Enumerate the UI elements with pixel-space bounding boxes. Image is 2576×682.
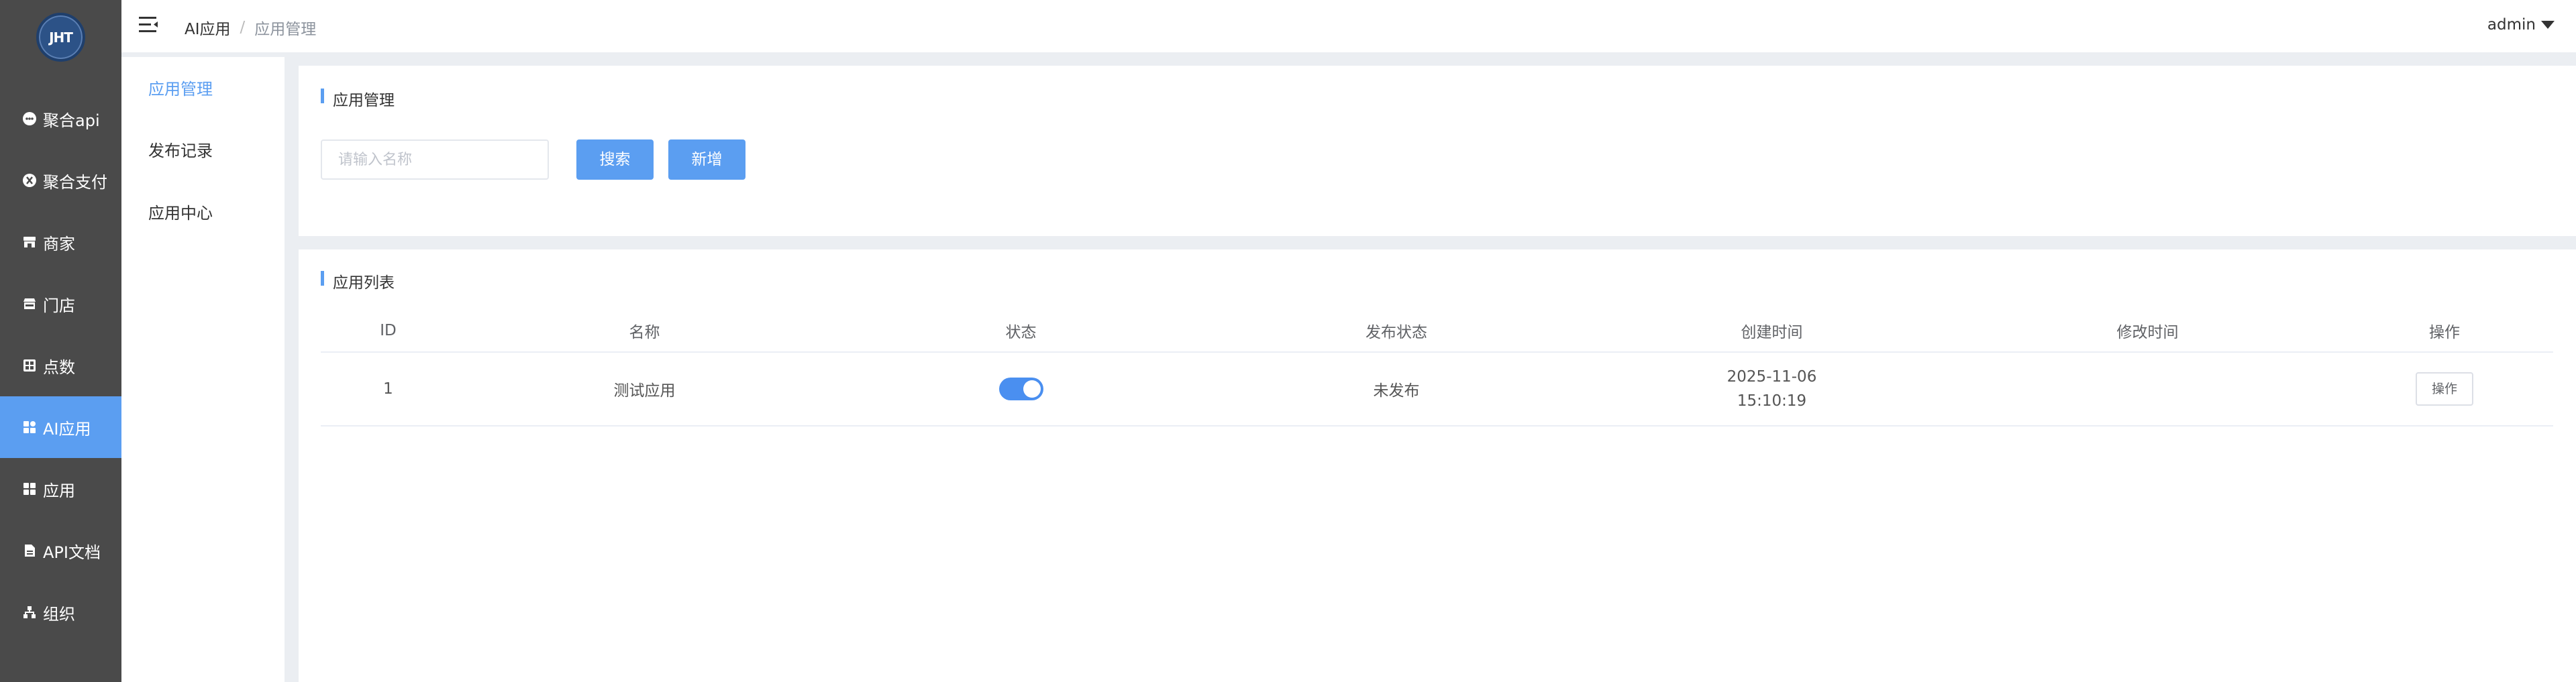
user-menu[interactable]: admin <box>2487 16 2555 34</box>
search-button[interactable]: 搜索 <box>576 139 654 180</box>
sidebar-item-label: 点数 <box>43 357 75 377</box>
app-list-card: 应用列表 ID 名称 状态 发布状态 创建时间 修改时间 操作 1 测试应用 未… <box>299 249 2576 682</box>
sidebar-item-label: 组织 <box>43 604 75 624</box>
main-sidebar: JHT 聚合api 聚合支付 商家 门店 点数 AI应用 应用 API文档 组织 <box>0 0 121 682</box>
sidebar-item-payment[interactable]: 聚合支付 <box>0 150 121 211</box>
cell-id: 1 <box>383 380 393 398</box>
breadcrumb-separator: / <box>240 19 246 36</box>
cell-created: 2025-11-06 15:10:19 <box>1584 365 1959 413</box>
shop-icon <box>21 296 38 312</box>
store-icon <box>21 234 38 250</box>
column-header-actions: 操作 <box>2429 324 2460 341</box>
username: admin <box>2487 16 2536 34</box>
sidebar-item-label: 聚合api <box>43 111 100 130</box>
created-date: 2025-11-06 <box>1727 368 1817 386</box>
sidebar-item-label: 聚合支付 <box>43 172 107 192</box>
sidebar-item-organization[interactable]: 组织 <box>0 581 121 643</box>
subnav-item-app-center[interactable]: 应用中心 <box>148 200 213 223</box>
search-input[interactable] <box>321 139 549 180</box>
add-button[interactable]: 新增 <box>668 139 745 180</box>
sidebar-item-api-docs[interactable]: API文档 <box>0 520 121 581</box>
sidebar-item-apps[interactable]: 应用 <box>0 458 121 520</box>
sidebar-item-api[interactable]: 聚合api <box>0 88 121 150</box>
subnav-item-publish-records[interactable]: 发布记录 <box>148 137 213 161</box>
points-icon <box>21 357 38 374</box>
sidebar-item-label: API文档 <box>43 543 101 562</box>
breadcrumb: AI应用 / 应用管理 <box>185 16 316 39</box>
column-header-modified: 修改时间 <box>2116 324 2179 341</box>
document-icon <box>21 543 38 559</box>
sidebar-item-label: 应用 <box>43 481 75 500</box>
column-header-name: 名称 <box>629 324 660 341</box>
status-toggle[interactable] <box>998 378 1043 400</box>
toggle-knob <box>1023 380 1041 398</box>
ai-app-icon <box>21 419 38 435</box>
top-header: AI应用 / 应用管理 admin <box>121 0 2576 52</box>
caret-down-icon <box>2541 21 2555 29</box>
breadcrumb-item-ai-app[interactable]: AI应用 <box>185 16 231 39</box>
section-title-app-management: 应用管理 <box>321 87 395 110</box>
section-title-app-list: 应用列表 <box>321 270 395 292</box>
cell-publish-status: 未发布 <box>1373 382 1420 400</box>
created-time: 15:10:19 <box>1737 392 1807 410</box>
search-card: 应用管理 搜索 新增 <box>299 66 2576 236</box>
apps-icon <box>21 481 38 497</box>
breadcrumb-item-current: 应用管理 <box>254 21 317 38</box>
logo-text: JHT <box>49 30 73 46</box>
organization-icon <box>21 604 38 620</box>
sidebar-item-points[interactable]: 点数 <box>0 335 121 396</box>
secondary-sidebar: 应用管理 发布记录 应用中心 <box>121 57 285 682</box>
sidebar-item-ai-app[interactable]: AI应用 <box>0 396 121 458</box>
column-header-created: 创建时间 <box>1741 324 1803 341</box>
cell-actions: 操作 <box>2336 372 2553 406</box>
sidebar-item-shop[interactable]: 门店 <box>0 273 121 335</box>
column-header-id: ID <box>380 322 397 339</box>
action-button[interactable]: 操作 <box>2415 372 2473 406</box>
subnav-item-app-management[interactable]: 应用管理 <box>148 76 213 99</box>
api-icon <box>21 111 38 127</box>
app-table: ID 名称 状态 发布状态 创建时间 修改时间 操作 1 测试应用 未发布 20… <box>321 310 2553 427</box>
payment-icon <box>21 172 38 188</box>
cell-name: 测试应用 <box>613 382 676 400</box>
column-header-status: 状态 <box>1005 324 1037 341</box>
sidebar-item-label: AI应用 <box>43 419 91 439</box>
table-row: 1 测试应用 未发布 2025-11-06 15:10:19 操作 <box>321 353 2553 427</box>
menu-toggle-icon[interactable] <box>139 16 159 34</box>
sidebar-item-merchant[interactable]: 商家 <box>0 211 121 273</box>
table-header: ID 名称 状态 发布状态 创建时间 修改时间 操作 <box>321 310 2553 353</box>
cell-status <box>833 378 1208 400</box>
logo[interactable]: JHT <box>36 13 85 62</box>
sidebar-item-label: 门店 <box>43 296 75 315</box>
sidebar-item-label: 商家 <box>43 234 75 253</box>
column-header-publish-status: 发布状态 <box>1366 324 1427 341</box>
